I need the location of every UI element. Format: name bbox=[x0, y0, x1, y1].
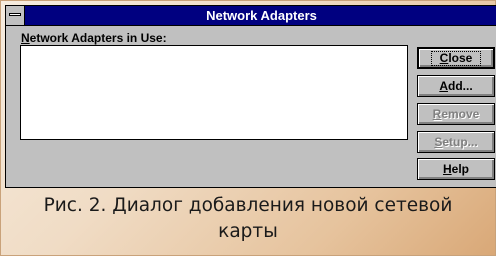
network-adapters-dialog: Network Adapters Network Adapters in Use… bbox=[5, 5, 496, 188]
help-button[interactable]: Help bbox=[417, 158, 495, 180]
system-menu-icon bbox=[9, 13, 21, 16]
remove-button-label: Remove bbox=[432, 107, 480, 121]
remove-button[interactable]: Remove bbox=[417, 103, 495, 125]
title-bar: Network Adapters bbox=[6, 6, 496, 26]
add-button[interactable]: Add... bbox=[417, 75, 495, 97]
adapters-in-use-list[interactable] bbox=[20, 45, 408, 140]
window-title: Network Adapters bbox=[206, 8, 317, 23]
setup-button-label: Setup... bbox=[434, 135, 478, 149]
figure-caption: Рис. 2. Диалог добавления новой сетевой … bbox=[1, 193, 495, 245]
add-button-label: Add... bbox=[439, 79, 473, 93]
adapters-list-label: Network Adapters in Use: bbox=[21, 31, 167, 45]
figure-frame: Network Adapters Network Adapters in Use… bbox=[0, 0, 496, 256]
help-button-label: Help bbox=[442, 162, 469, 176]
system-menu-button[interactable] bbox=[6, 6, 25, 25]
caption-line-1: Рис. 2. Диалог добавления новой сетевой bbox=[43, 195, 453, 216]
close-button[interactable]: Close bbox=[417, 47, 495, 69]
caption-line-2: карты bbox=[218, 221, 278, 242]
setup-button[interactable]: Setup... bbox=[417, 131, 495, 153]
close-button-label: Close bbox=[430, 50, 482, 66]
